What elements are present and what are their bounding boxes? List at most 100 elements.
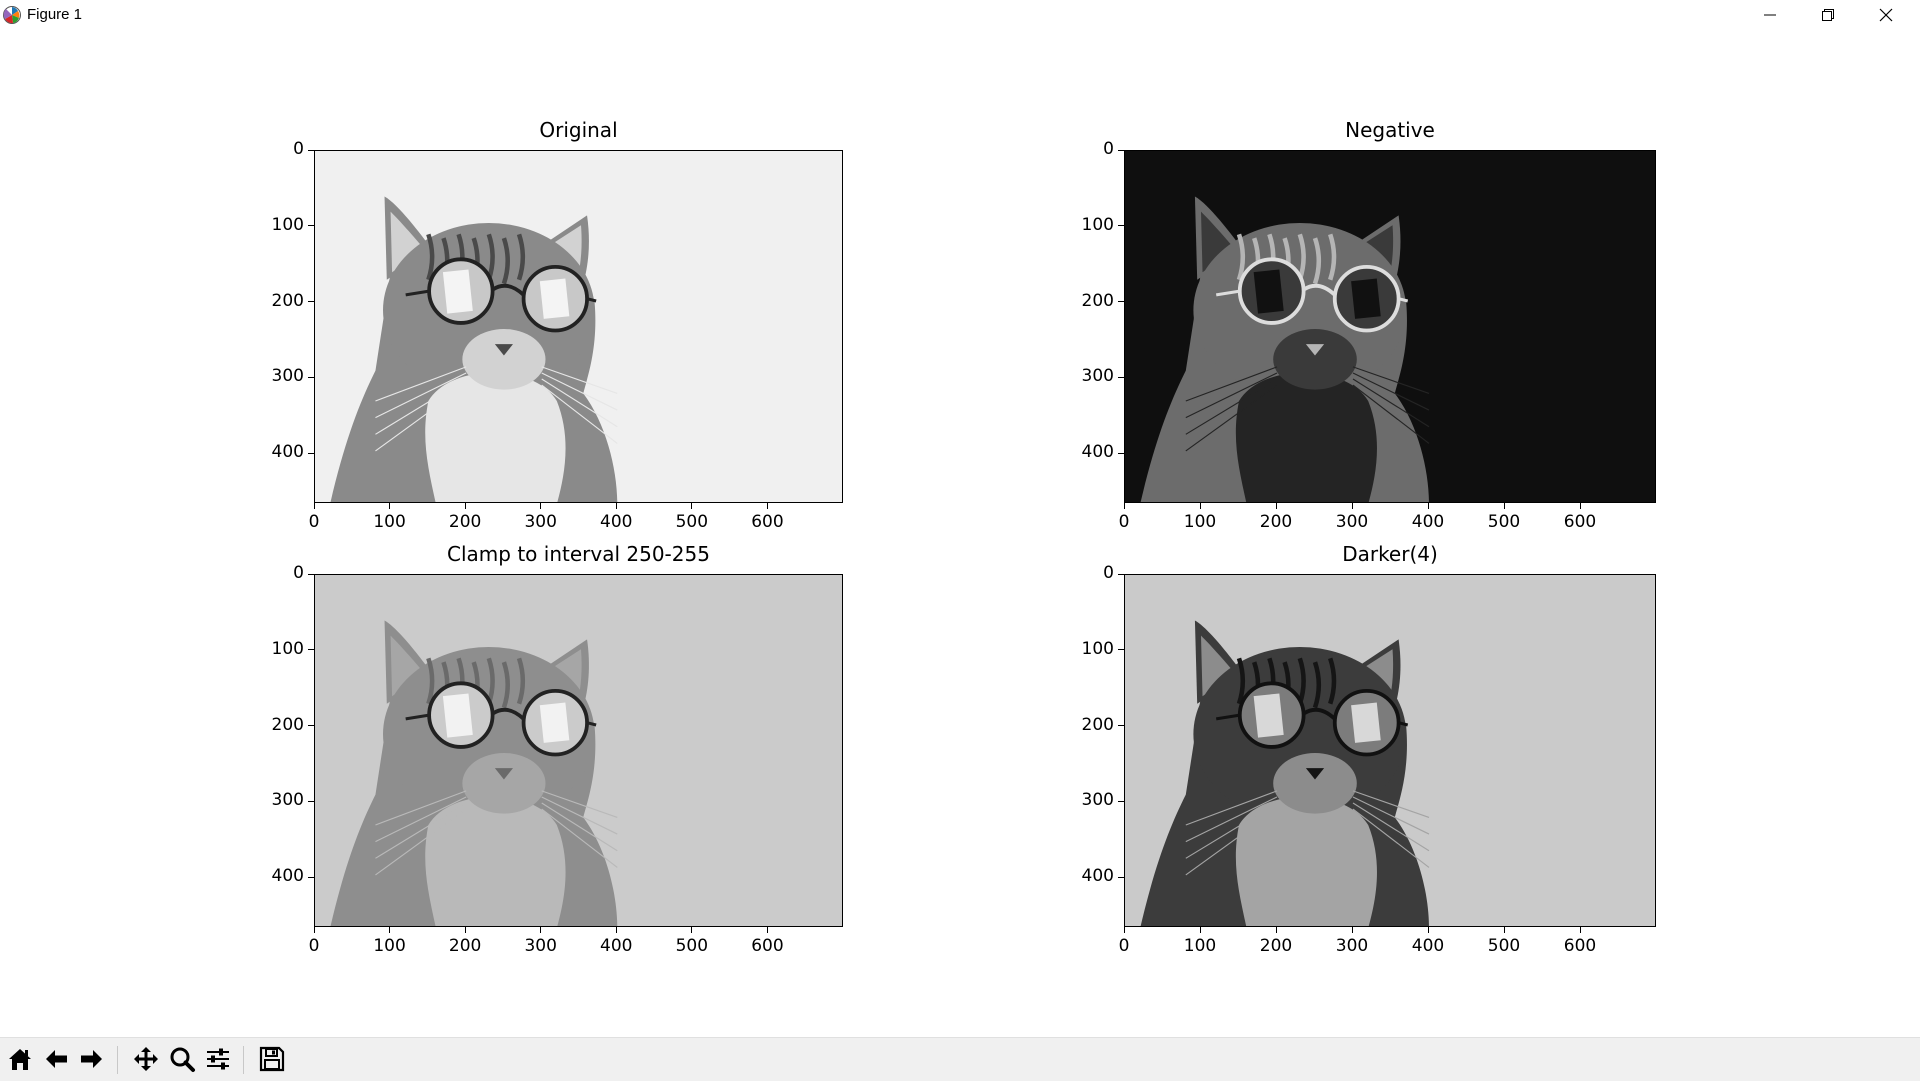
x-tick	[615, 927, 617, 933]
x-tick-label: 200	[448, 936, 482, 956]
y-tick-label: 0	[293, 139, 304, 159]
close-button[interactable]	[1857, 0, 1915, 30]
image-axes-frame[interactable]	[314, 150, 843, 503]
subplot-title: Darker(4)	[1342, 542, 1438, 566]
y-tick-label: 300	[1081, 366, 1114, 387]
image-display	[315, 575, 842, 926]
x-tick	[1503, 503, 1505, 509]
y-tick	[1118, 725, 1124, 726]
x-tick-label: 500	[1487, 936, 1521, 956]
x-tick	[1123, 503, 1125, 509]
restore-button[interactable]	[1799, 0, 1857, 30]
x-tick-label: 400	[1411, 512, 1445, 532]
y-tick	[1118, 649, 1124, 651]
minimize-button[interactable]	[1741, 0, 1799, 30]
navigation-toolbar	[0, 1037, 1920, 1081]
y-tick	[1118, 376, 1124, 378]
y-tick	[1118, 876, 1124, 878]
x-tick	[691, 503, 693, 509]
window-title: Figure 1	[27, 6, 83, 23]
y-tick-label: 200	[271, 714, 304, 735]
x-tick-label: 0	[308, 936, 320, 956]
x-tick	[313, 503, 315, 509]
x-tick	[1275, 927, 1277, 933]
y-tick-label: 0	[293, 563, 304, 583]
x-tick-label: 600	[1563, 512, 1597, 532]
y-tick	[308, 649, 314, 651]
image-axes-frame[interactable]	[1124, 574, 1656, 927]
subplot-original[interactable]: Original 0 100 200 300 400 0 100 200 300 400 500 60…	[272, 118, 843, 532]
y-tick	[1118, 800, 1124, 802]
subplot-negative[interactable]: Negative 0 100 200 300 400 0 100 200 300 400 500 60…	[1082, 118, 1656, 532]
subplot-darker[interactable]: Darker(4) 0 100 200 300 400 0 100 200 300 400 500 6…	[1082, 542, 1656, 956]
x-tick	[615, 503, 617, 509]
x-tick-label: 300	[1335, 936, 1369, 956]
y-tick	[308, 452, 314, 454]
y-tick	[308, 573, 314, 575]
x-tick-label: 0	[1118, 936, 1130, 956]
x-tick-label: 600	[1563, 936, 1597, 956]
y-tick-label: 300	[271, 790, 304, 811]
x-tick-label: 200	[1259, 512, 1293, 532]
home-icon	[9, 1049, 31, 1070]
y-tick-label: 100	[1081, 214, 1114, 235]
y-tick-label: 300	[271, 366, 304, 387]
x-tick-label: 0	[308, 512, 320, 532]
y-tick	[308, 376, 314, 378]
x-tick-label: 400	[600, 936, 633, 956]
x-tick-label: 500	[1487, 512, 1521, 532]
y-tick-label: 100	[271, 638, 304, 659]
x-tick	[1427, 503, 1429, 509]
y-tick	[308, 301, 314, 302]
sliders-icon	[207, 1048, 229, 1070]
toolbar-separator	[117, 1046, 118, 1074]
title-bar: Figure 1	[0, 0, 1920, 31]
x-tick	[1427, 927, 1429, 933]
x-tick	[1579, 503, 1581, 509]
floppy-disk-icon	[259, 1046, 285, 1072]
x-tick	[313, 927, 315, 933]
x-tick	[464, 927, 466, 933]
x-tick	[1503, 927, 1505, 933]
x-tick-label: 500	[675, 936, 709, 956]
figure-canvas[interactable]: Original 0 100 200 300 400 0 100 200 300 400 500 60…	[0, 30, 1920, 1037]
x-tick	[1351, 927, 1353, 933]
image-axes-frame[interactable]	[314, 574, 843, 927]
x-tick	[1123, 927, 1125, 933]
x-tick	[389, 503, 391, 509]
x-tick-label: 600	[751, 936, 784, 956]
forward-button[interactable]	[76, 1043, 108, 1075]
subplot-title: Original	[539, 118, 618, 142]
home-button[interactable]	[4, 1043, 36, 1075]
image-display	[315, 151, 842, 502]
zoom-button[interactable]	[166, 1043, 198, 1075]
subplot-clamp[interactable]: Clamp to interval 250-255 0 100 200 300 400 0…	[272, 542, 843, 956]
save-button[interactable]	[256, 1043, 288, 1075]
subplot-title: Negative	[1345, 118, 1435, 142]
y-tick-label: 400	[271, 442, 304, 462]
y-tick-label: 200	[1081, 714, 1114, 735]
y-tick	[1118, 573, 1124, 575]
y-tick-label: 100	[1081, 638, 1114, 659]
close-icon	[1879, 8, 1893, 22]
pan-button[interactable]	[130, 1043, 162, 1075]
configure-subplots-button[interactable]	[202, 1043, 234, 1075]
x-tick	[389, 927, 391, 933]
y-tick-label: 400	[1081, 866, 1114, 886]
arrow-right-icon	[81, 1050, 102, 1068]
y-tick-label: 400	[1081, 442, 1114, 462]
image-axes-frame[interactable]	[1124, 150, 1656, 503]
y-tick	[1118, 301, 1124, 302]
minimize-icon	[1764, 14, 1776, 16]
back-button[interactable]	[40, 1043, 72, 1075]
x-tick	[540, 503, 542, 509]
x-tick-label: 600	[751, 512, 784, 532]
x-tick	[691, 927, 693, 933]
x-tick-label: 500	[675, 512, 709, 532]
x-tick-label: 400	[600, 512, 633, 532]
y-tick	[308, 876, 314, 878]
y-tick	[308, 149, 314, 151]
subplot-title: Clamp to interval 250-255	[447, 542, 710, 566]
y-tick-label: 300	[1081, 790, 1114, 811]
y-tick-label: 400	[271, 866, 304, 886]
